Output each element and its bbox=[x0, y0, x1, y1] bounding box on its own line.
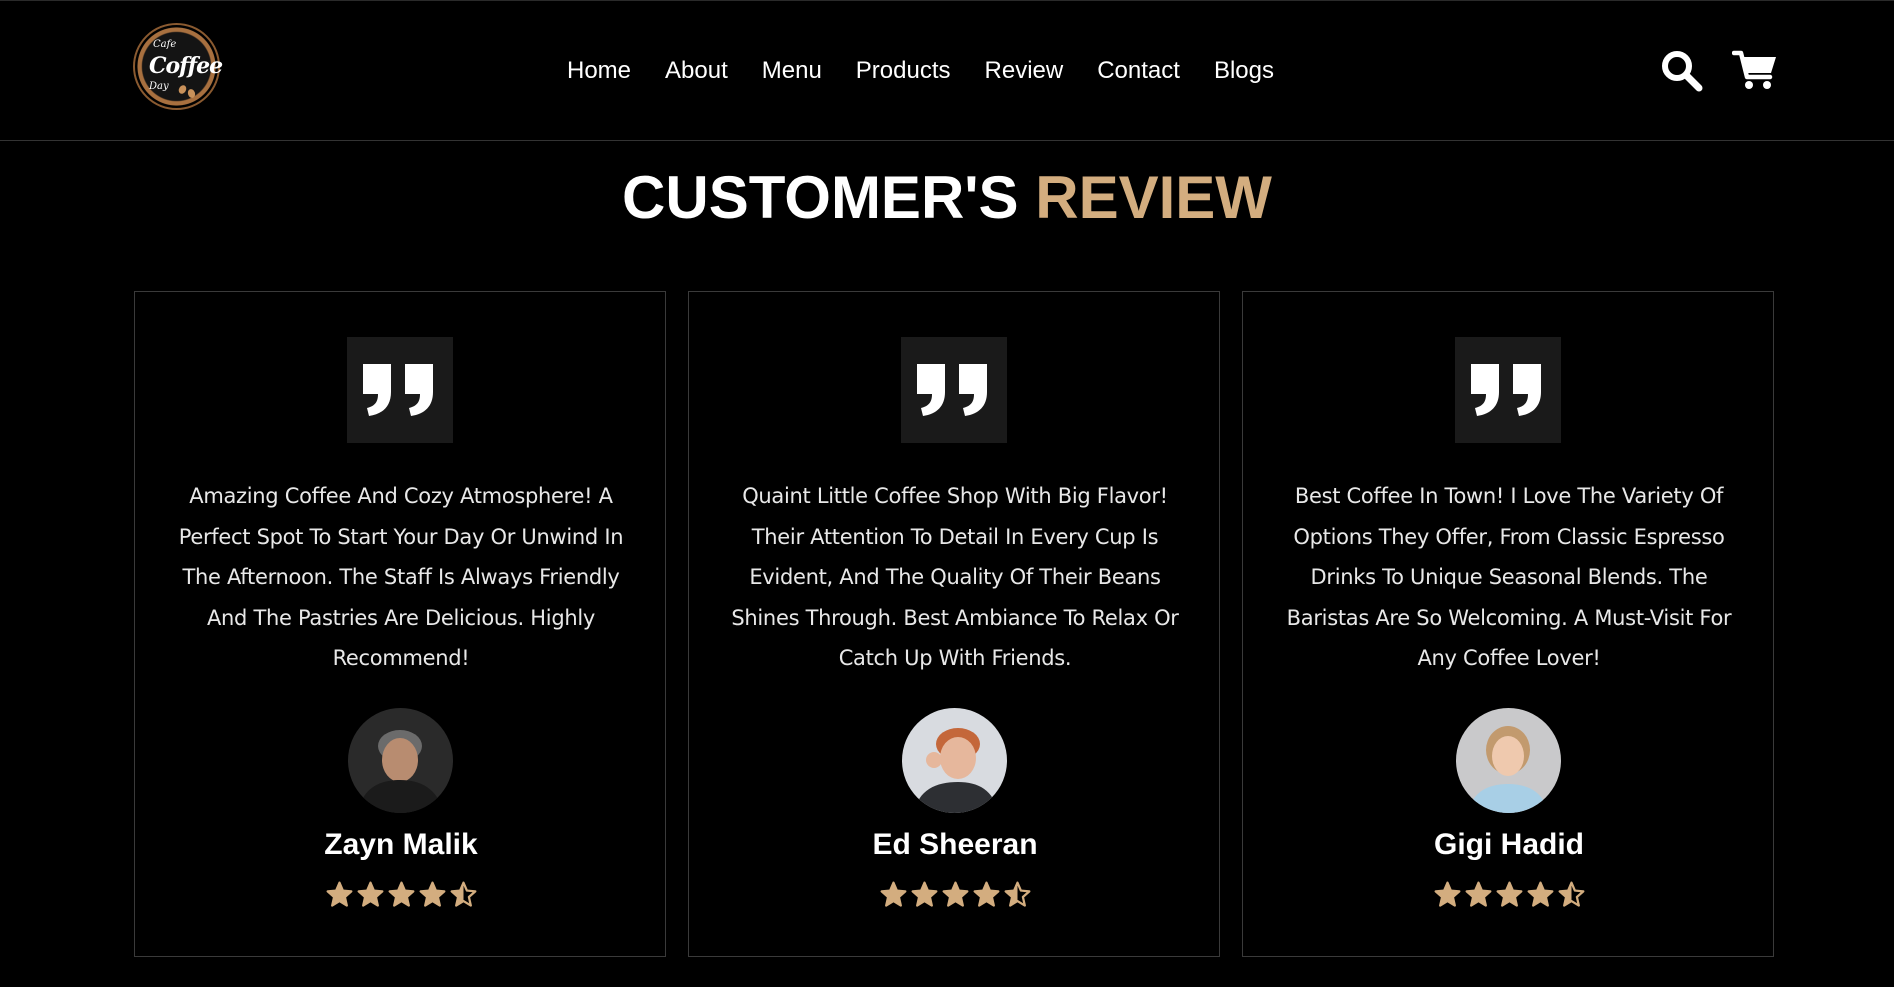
star-icon bbox=[326, 881, 352, 907]
search-icon[interactable] bbox=[1660, 49, 1704, 93]
avatar bbox=[348, 708, 453, 813]
review-card: Quaint Little Coffee Shop With Big Flavo… bbox=[688, 291, 1220, 957]
avatar bbox=[1456, 708, 1561, 813]
main-nav: Home About Menu Products Review Contact … bbox=[567, 53, 1308, 89]
quote-icon bbox=[1455, 337, 1561, 443]
coffee-bean-icon bbox=[177, 83, 188, 96]
nav-blogs[interactable]: Blogs bbox=[1214, 53, 1274, 89]
title-main: CUSTOMER'S bbox=[622, 164, 1019, 231]
cafe-coffee-day-logo[interactable]: Cafe Coffee Day bbox=[133, 23, 223, 110]
star-icon bbox=[357, 881, 383, 907]
review-card: Best Coffee In Town! I Love The Variety … bbox=[1242, 291, 1774, 957]
coffee-bean-icon bbox=[186, 88, 197, 99]
star-icon bbox=[1434, 881, 1460, 907]
logo-sub-text: Day bbox=[149, 81, 169, 92]
avatar bbox=[902, 708, 1007, 813]
star-icon bbox=[1465, 881, 1491, 907]
quote-icon bbox=[347, 337, 453, 443]
star-icon bbox=[388, 881, 414, 907]
logo-small-text: Cafe bbox=[153, 39, 177, 50]
review-text: Quaint Little Coffee Shop With Big Flavo… bbox=[731, 484, 1179, 670]
nav-products[interactable]: Products bbox=[856, 53, 951, 89]
nav-menu[interactable]: Menu bbox=[762, 53, 822, 89]
star-rating bbox=[1243, 881, 1775, 908]
quote-icon bbox=[901, 337, 1007, 443]
star-icon bbox=[880, 881, 906, 907]
star-icon bbox=[1496, 881, 1522, 907]
star-icon bbox=[973, 881, 999, 907]
title-accent: REVIEW bbox=[1035, 164, 1272, 231]
nav-contact[interactable]: Contact bbox=[1097, 53, 1180, 89]
star-icon bbox=[1527, 881, 1553, 907]
logo-main-text: Coffee bbox=[149, 53, 223, 79]
star-half-icon bbox=[1004, 881, 1030, 907]
review-text: Amazing Coffee And Cozy Atmosphere! A Pe… bbox=[178, 484, 624, 670]
reviewer-name: Gigi Hadid bbox=[1434, 828, 1584, 861]
reviewer-name: Ed Sheeran bbox=[872, 828, 1038, 861]
cart-icon[interactable] bbox=[1731, 49, 1778, 91]
star-rating bbox=[135, 881, 667, 908]
star-icon bbox=[942, 881, 968, 907]
nav-about[interactable]: About bbox=[665, 53, 728, 89]
star-half-icon bbox=[450, 881, 476, 907]
site-header: Cafe Coffee Day Home About Menu Products… bbox=[0, 0, 1894, 141]
section-title: CUSTOMER'S REVIEW bbox=[0, 163, 1894, 232]
star-rating bbox=[689, 881, 1221, 908]
star-icon bbox=[911, 881, 937, 907]
star-icon bbox=[419, 881, 445, 907]
review-text: Best Coffee In Town! I Love The Variety … bbox=[1286, 484, 1732, 670]
nav-home[interactable]: Home bbox=[567, 53, 631, 89]
star-half-icon bbox=[1558, 881, 1584, 907]
nav-review[interactable]: Review bbox=[985, 53, 1064, 89]
review-card: Amazing Coffee And Cozy Atmosphere! A Pe… bbox=[134, 291, 666, 957]
reviewer-name: Zayn Malik bbox=[324, 828, 478, 861]
